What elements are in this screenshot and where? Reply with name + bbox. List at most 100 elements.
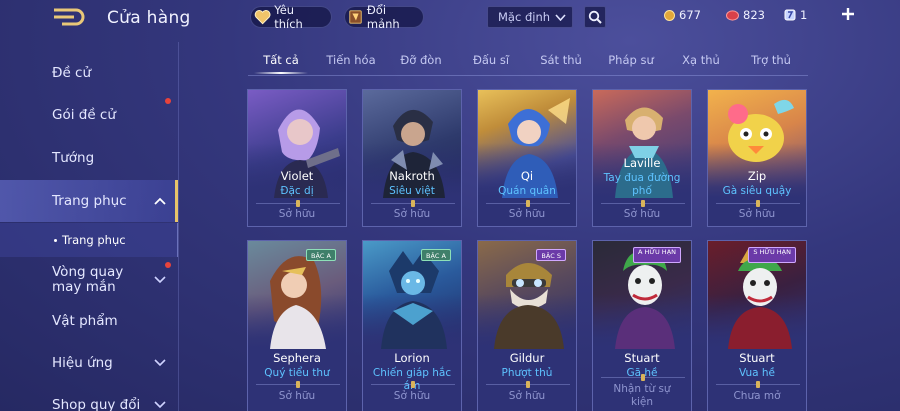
skin-name: Quý tiểu thư [264,367,330,379]
sidebar-item-label: Đề cử [52,65,92,81]
heart-icon [254,10,271,25]
skin-card-gildur[interactable]: BẬC S Gildur Phượt thủ Sở hữu [477,240,577,411]
hero-name: Zip [747,169,767,183]
hero-name: Qi [520,169,534,183]
sort-value: Mặc định [498,10,551,24]
chevron-down-icon [555,13,566,21]
sidebar-item-heroes[interactable]: Tướng [0,141,178,175]
sidebar-item-label: Tướng [52,150,95,166]
skin-name: Quán quân [498,185,556,197]
hero-name: Gildur [509,351,545,365]
skin-card-violet[interactable]: Violet Đặc dị Sở hữu [247,89,347,227]
ownership-status: Nhận từ sự kiện [613,383,671,408]
sidebar-item-items[interactable]: Vật phẩm [0,304,178,338]
sidebar-item-label: Vòng quay may mắn [52,264,124,295]
skin-card-lorion[interactable]: BẬC A Lorion Chiến giáp hắc ám Sở hữu [362,240,462,411]
notification-dot [165,262,171,268]
top-bar: Cửa hàng Yêu thích Đổi mảnh Mặc định 677 [0,0,900,34]
ruby-value: 823 [743,8,765,22]
hero-name: Laville [623,156,661,170]
gold-coin-icon [664,9,675,21]
sidebar-item-skins[interactable]: Trang phục [0,180,178,222]
fragment-icon [349,10,362,24]
sidebar-item-effects[interactable]: Hiệu ứng [0,346,178,380]
skin-card-nakroth[interactable]: Nakroth Siêu việt Sở hữu [362,89,462,227]
voucher-value: 1 [800,8,808,22]
tab-tank[interactable]: Đỡ đòn [388,46,454,74]
divider [716,381,800,388]
tier-badge: S HỮU HẠN [748,247,796,263]
skin-card-sephera[interactable]: BẬC A Sephera Quý tiểu thư Sở hữu [247,240,347,411]
sidebar-subitem-label: Trang phục [62,233,126,247]
voucher-balance: 1 [784,8,807,22]
sidebar-subitem-skins[interactable]: Trang phục [0,223,178,257]
ownership-status: Sở hữu [738,208,776,220]
sidebar-divider [178,42,179,411]
exchange-label: Đổi mảnh [366,3,400,31]
gold-value: 677 [679,8,701,22]
search-button[interactable] [584,6,606,28]
sidebar: Đề cử Gói đề cử Tướng Trang phục Trang p… [0,42,179,411]
chevron-down-icon [154,401,166,409]
hero-name: Nakroth [389,169,435,183]
category-tabs: Tất cả Tiến hóa Đỡ đòn Đấu sĩ Sát thủ Ph… [248,46,808,76]
sidebar-item-label: Vật phẩm [52,313,118,329]
sidebar-item-lucky-wheel[interactable]: Vòng quay may mắn [0,260,178,300]
tab-fighter[interactable]: Đấu sĩ [458,46,524,74]
skin-name: Siêu việt [389,185,435,197]
chevron-up-icon [154,197,166,205]
divider [371,200,455,207]
tab-evolution[interactable]: Tiến hóa [318,46,384,74]
skin-name: Tay đua đường phố [603,172,681,197]
skin-name: Gà siêu quậy [722,185,792,197]
ownership-status: Sở hữu [623,208,661,220]
voucher-icon [784,9,796,21]
chevron-down-icon [154,359,166,367]
divider [601,374,685,381]
sidebar-item-recommended[interactable]: Đề cử [0,56,178,90]
skin-card-stuart-jester[interactable]: A HỮU HẠN Stuart Gã hề Nhận từ sự kiện [592,240,692,411]
skin-name: Vua hề [738,367,775,379]
favorite-label: Yêu thích [274,3,303,31]
sidebar-item-label: Trang phục [52,193,127,209]
tab-support[interactable]: Trợ thủ [738,46,804,74]
sidebar-item-exchange-shop[interactable]: Shop quy đổi [0,388,178,411]
ownership-status: Sở hữu [393,390,431,402]
skin-card-qi[interactable]: Qi Quán quân Sở hữu [477,89,577,227]
sidebar-item-recommended-packs[interactable]: Gói đề cử [0,98,178,132]
skin-card-laville[interactable]: Laville Tay đua đường phố Sở hữu [592,89,692,227]
chevron-down-icon [154,276,166,284]
divider [371,381,455,388]
divider [256,381,340,388]
tab-assassin[interactable]: Sát thủ [528,46,594,74]
hero-name: Sephera [273,351,321,365]
skin-name: Đặc dị [280,185,314,197]
skin-name: Phượt thủ [501,367,553,379]
divider [256,200,340,207]
sidebar-item-label: Hiệu ứng [52,355,113,371]
tab-mage[interactable]: Pháp sư [598,46,664,74]
exchange-fragments-button[interactable]: Đổi mảnh [344,3,424,31]
hero-name: Stuart [624,351,660,365]
back-arrow-icon[interactable] [52,7,92,27]
favorite-button[interactable]: Yêu thích [250,3,332,31]
tier-badge: A HỮU HẠN [633,247,681,263]
add-currency-icon[interactable] [841,7,855,21]
skin-card-stuart-king[interactable]: S HỮU HẠN Stuart Vua hề Chưa mở [707,240,807,411]
skin-card-zip[interactable]: Zip Gà siêu quậy Sở hữu [707,89,807,227]
tier-badge: BẬC A [421,249,451,261]
ownership-status: Chưa mở [733,390,781,402]
hero-name: Violet [280,169,314,183]
tier-badge: BẬC S [536,249,566,261]
sort-dropdown[interactable]: Mặc định [487,6,573,28]
tab-marksman[interactable]: Xạ thủ [668,46,734,74]
tab-all[interactable]: Tất cả [248,46,314,74]
sidebar-item-label: Gói đề cử [52,107,116,123]
hero-name: Stuart [739,351,775,365]
ruby-icon [726,9,739,21]
hero-name: Lorion [394,351,430,365]
ownership-status: Sở hữu [278,208,316,220]
ownership-status: Sở hữu [508,390,546,402]
tabs-divider [248,75,808,76]
page-title: Cửa hàng [107,8,191,28]
